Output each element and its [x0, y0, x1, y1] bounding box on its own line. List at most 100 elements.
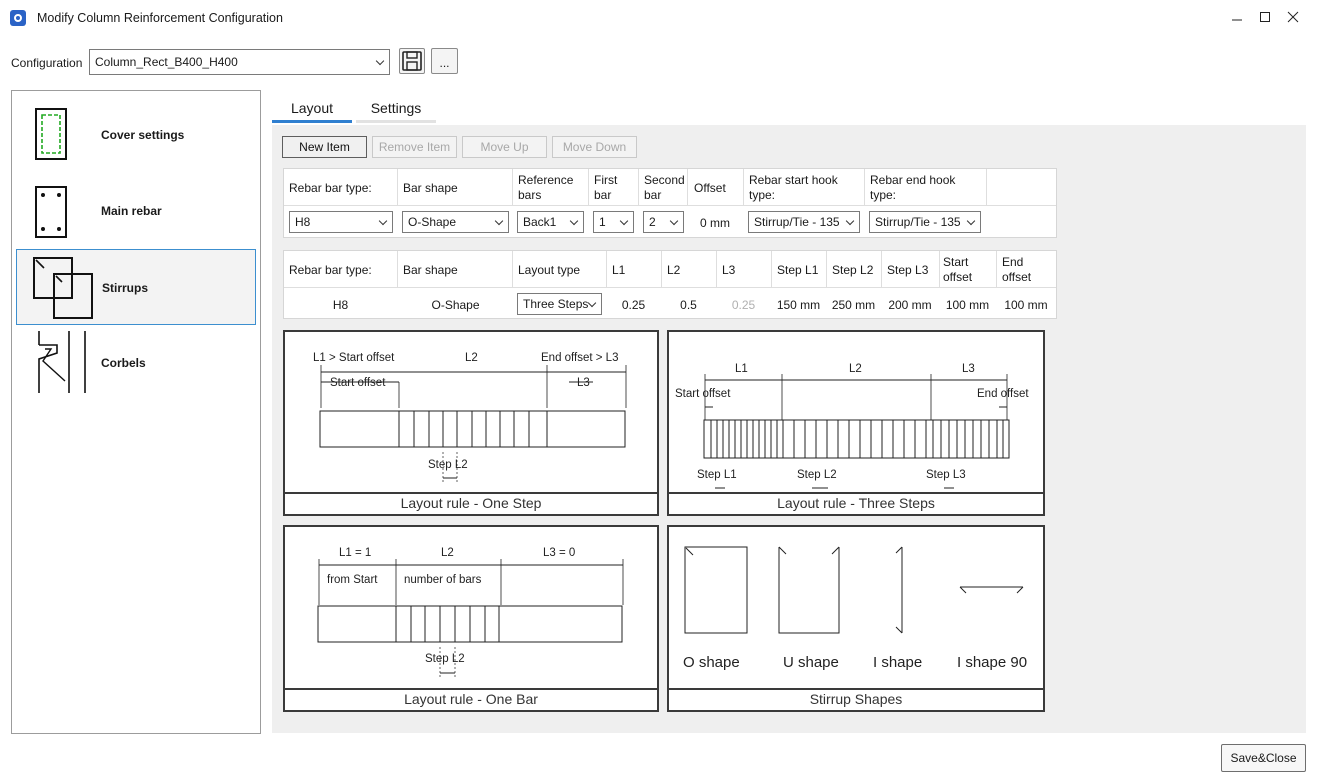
start-offset-input[interactable]: 100 mm [939, 298, 996, 313]
sidebar-item-label: Main rebar [101, 204, 162, 218]
first-bar-select[interactable]: 1 [593, 211, 634, 233]
three-steps-start-offset-label: Start offset [675, 388, 731, 400]
tab-layout[interactable]: Layout [272, 97, 352, 123]
app-icon [10, 10, 26, 26]
chevron-down-icon [966, 216, 976, 226]
header-bar-shape: Bar shape [403, 181, 458, 195]
window-title: Modify Column Reinforcement Configuratio… [37, 11, 283, 25]
start-hook-select[interactable]: Stirrup/Tie - 135 [748, 211, 860, 233]
i-shape-90-icon [959, 586, 1024, 594]
chevron-down-icon [494, 216, 504, 226]
end-hook-select[interactable]: Stirrup/Tie - 135 [869, 211, 981, 233]
diagram-one-bar: L1 = 1 L2 L3 = 0 from Start number of ba… [283, 525, 659, 712]
i-shape-90-label: I shape 90 [957, 654, 1027, 671]
header-start-hook: Rebar start hook type: [749, 173, 838, 202]
one-step-step-label: Step L2 [428, 459, 468, 471]
header-end-hook: Rebar end hook type: [870, 173, 956, 202]
chevron-down-icon [569, 216, 579, 226]
header-step-l2: Step L2 [832, 263, 874, 277]
new-item-button[interactable]: New Item [282, 136, 367, 158]
offset-input[interactable]: 0 mm [690, 216, 740, 231]
header-first-bar: First bar [594, 173, 618, 202]
one-bar-l2-label: L2 [441, 547, 454, 559]
chevron-down-icon [375, 56, 385, 66]
tab-settings[interactable]: Settings [356, 97, 436, 123]
bar-shape-value[interactable]: O-Shape [399, 298, 512, 313]
header-step-l1: Step L1 [777, 263, 819, 277]
i-shape-icon [895, 546, 903, 634]
step-l3-input[interactable]: 200 mm [881, 298, 939, 313]
header-bar-type: Rebar bar type: [289, 263, 372, 277]
header-reference-bars: Reference bars [518, 173, 574, 202]
cover-settings-icon [35, 108, 67, 160]
one-step-top-right-label: End offset > L3 [541, 352, 618, 364]
three-steps-l2-label: L2 [849, 363, 862, 375]
step-l1-input[interactable]: 150 mm [771, 298, 826, 313]
header-bar-type: Rebar bar type: [289, 181, 372, 195]
header-end-offset: End offset [1002, 255, 1032, 284]
i-shape-label: I shape [873, 654, 922, 671]
three-steps-l3-label: L3 [962, 363, 975, 375]
diagram-caption: Stirrup Shapes [669, 688, 1043, 710]
chevron-down-icon [619, 216, 629, 226]
diagram-stirrup-shapes: O shape U shape I shape I shape 90 Stirr… [667, 525, 1045, 712]
step-l2-input[interactable]: 250 mm [826, 298, 881, 313]
header-l3: L3 [722, 263, 736, 277]
one-step-top-mid-label: L2 [465, 352, 478, 364]
header-step-l3: Step L3 [887, 263, 929, 277]
chevron-down-icon [587, 298, 597, 308]
configuration-value: Column_Rect_B400_H400 [95, 55, 238, 69]
sidebar-item-corbels[interactable]: Corbels [16, 325, 256, 401]
move-up-button[interactable]: Move Up [462, 136, 547, 158]
one-bar-step-label: Step L2 [425, 653, 465, 665]
l2-input[interactable]: 0.5 [661, 298, 716, 313]
minimize-icon[interactable] [1224, 6, 1250, 30]
one-bar-from-start-label: from Start [327, 574, 378, 586]
main-rebar-icon [35, 186, 67, 238]
header-layout-type: Layout type [518, 263, 581, 277]
one-bar-number-of-bars-label: number of bars [404, 574, 482, 586]
one-bar-l1-label: L1 = 1 [339, 547, 371, 559]
save-close-button[interactable]: Save&Close [1221, 744, 1306, 772]
chevron-down-icon [845, 216, 855, 226]
save-configuration-button[interactable] [399, 48, 425, 74]
end-offset-input[interactable]: 100 mm [996, 298, 1056, 313]
one-step-start-offset-label: Start offset [330, 377, 386, 389]
reference-bars-select[interactable]: Back1 [517, 211, 584, 233]
one-bar-l3-label: L3 = 0 [543, 547, 575, 559]
header-start-offset: Start offset [943, 255, 973, 284]
bar-type-value[interactable]: H8 [284, 298, 397, 313]
more-options-button[interactable]: ... [431, 48, 458, 74]
move-down-button[interactable]: Move Down [552, 136, 637, 158]
maximize-icon[interactable] [1252, 6, 1278, 30]
close-icon[interactable] [1280, 6, 1306, 30]
category-panel: Cover settings Main rebar Stirrups Corbe… [11, 90, 261, 734]
diagram-caption: Layout rule - One Step [285, 492, 657, 514]
three-steps-step-l1-label: Step L1 [697, 469, 737, 481]
three-steps-step-l3-label: Step L3 [926, 469, 966, 481]
o-shape-label: O shape [683, 654, 740, 671]
diagram-caption: Layout rule - Three Steps [669, 492, 1043, 514]
sidebar-item-label: Corbels [101, 356, 146, 370]
stirrups-icon [33, 257, 93, 319]
sidebar-item-main-rebar[interactable]: Main rebar [16, 173, 256, 249]
chevron-down-icon [669, 216, 679, 226]
diagram-caption: Layout rule - One Bar [285, 688, 657, 710]
diagram-one-step: L1 > Start offset L2 End offset > L3 Sta… [283, 330, 659, 516]
bar-shape-select[interactable]: O-Shape [402, 211, 509, 233]
second-bar-select[interactable]: 2 [643, 211, 684, 233]
spacing-settings-grid: Rebar bar type: Bar shape Layout type L1… [283, 250, 1057, 319]
l1-input[interactable]: 0.25 [606, 298, 661, 313]
bar-type-select[interactable]: H8 [289, 211, 393, 233]
chevron-down-icon [378, 216, 388, 226]
remove-item-button[interactable]: Remove Item [372, 136, 457, 158]
sidebar-item-label: Stirrups [102, 281, 149, 295]
floppy-disk-icon [402, 51, 422, 71]
sidebar-item-cover-settings[interactable]: Cover settings [16, 97, 256, 173]
layout-type-select[interactable]: Three Steps [517, 293, 602, 315]
corbels-icon [38, 331, 86, 393]
u-shape-icon [778, 546, 840, 634]
configuration-select[interactable]: Column_Rect_B400_H400 [89, 49, 390, 75]
header-bar-shape: Bar shape [403, 263, 458, 277]
sidebar-item-stirrups[interactable]: Stirrups [16, 249, 256, 325]
